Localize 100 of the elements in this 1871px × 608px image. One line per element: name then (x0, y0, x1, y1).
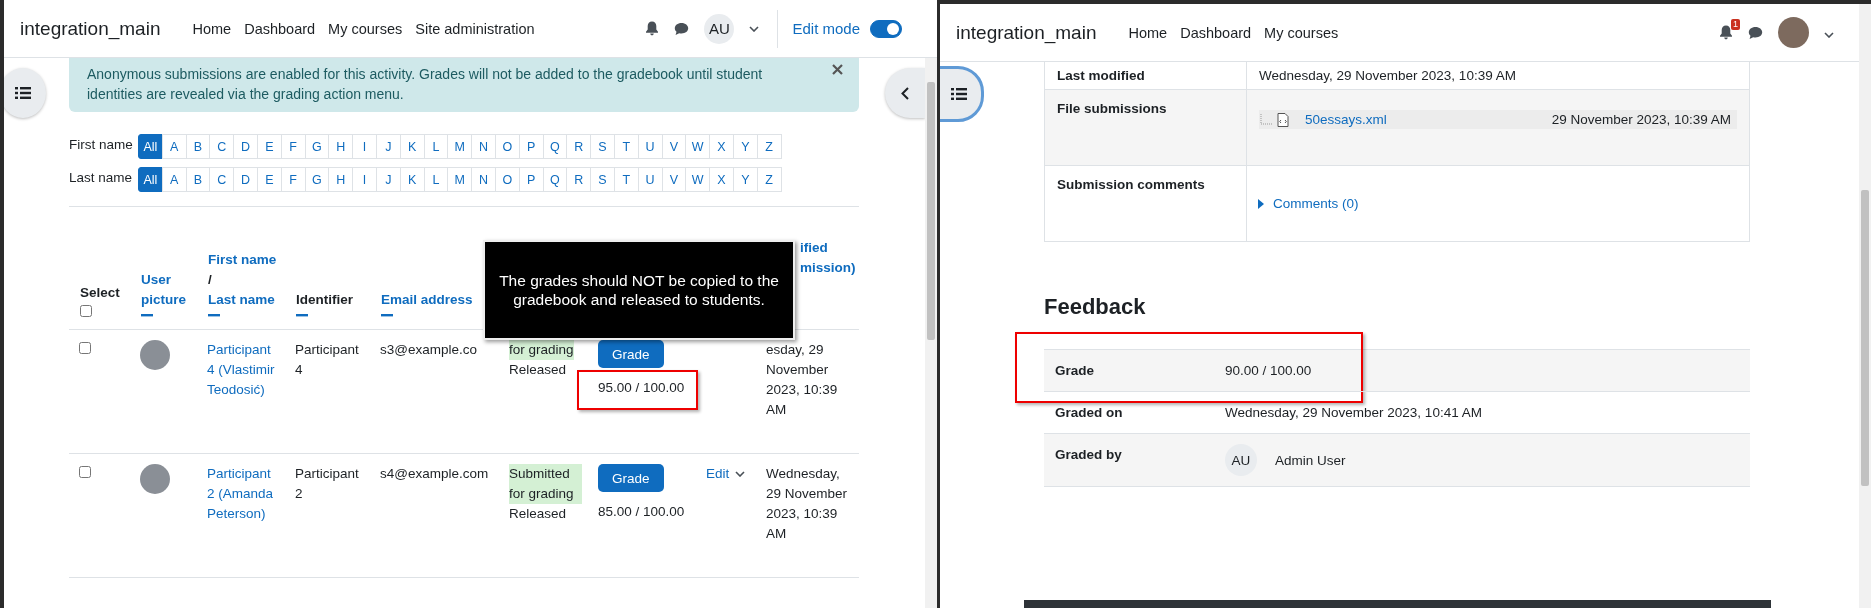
nav-link[interactable]: Home (192, 20, 232, 37)
nav-link[interactable]: Home (1128, 24, 1168, 41)
user-avatar[interactable]: AU (704, 13, 735, 44)
letter-filter[interactable]: D (233, 134, 258, 159)
letter-filter[interactable]: I (352, 167, 377, 192)
letter-filter[interactable]: T (613, 167, 639, 192)
letter-filter[interactable]: Z (756, 134, 782, 159)
letter-filter[interactable]: All (138, 167, 163, 192)
letter-filter[interactable]: O (494, 134, 520, 159)
letter-filter[interactable]: N (471, 167, 496, 192)
letter-filter[interactable]: T (613, 134, 639, 159)
letter-filter[interactable]: J (375, 134, 401, 159)
letter-filter[interactable]: Z (756, 167, 782, 192)
sort-link[interactable]: mission) (800, 258, 858, 278)
letter-filter[interactable]: F (280, 167, 306, 192)
edit-mode-toggle[interactable] (870, 19, 902, 38)
nav-link[interactable]: My courses (328, 20, 403, 37)
edit-menu[interactable]: Edit (706, 464, 746, 484)
minus-icon[interactable] (208, 314, 220, 317)
letter-filter[interactable]: E (257, 134, 282, 159)
letter-filter[interactable]: S (590, 134, 615, 159)
grade-button[interactable]: Grade (598, 340, 664, 368)
caret-icon[interactable] (749, 25, 760, 32)
grade-button[interactable]: Grade (598, 464, 664, 492)
close-icon[interactable] (832, 64, 843, 75)
row-checkbox[interactable] (79, 342, 91, 354)
row-checkbox[interactable] (79, 466, 91, 478)
letter-filter[interactable]: F (280, 134, 306, 159)
letter-filter[interactable]: C (209, 167, 235, 192)
letter-filter[interactable]: All (138, 134, 163, 159)
select-all-checkbox[interactable] (80, 305, 92, 317)
letter-filter[interactable]: U (637, 167, 663, 192)
nav-link[interactable]: Site administration (415, 20, 535, 37)
letter-filter[interactable]: K (399, 134, 425, 159)
letter-filter[interactable]: W (685, 167, 711, 192)
row-label: Grade (1055, 363, 1095, 378)
nav-link[interactable]: Dashboard (1180, 24, 1252, 41)
bell-icon[interactable] (645, 21, 660, 36)
letter-filter[interactable]: I (352, 134, 377, 159)
triangle-icon[interactable] (1257, 198, 1265, 209)
modified-date: Wednesday, 29 November 2023, 10:39 AM (766, 466, 848, 541)
minus-icon[interactable] (381, 314, 393, 317)
filter-label: First name (69, 136, 134, 152)
letter-filter[interactable]: X (709, 167, 734, 192)
sort-link[interactable]: ified (800, 238, 858, 258)
drawer-button[interactable] (940, 66, 984, 122)
scrollbar[interactable] (1859, 4, 1871, 608)
letter-filter[interactable]: E (257, 167, 282, 192)
participant-link[interactable]: Participant 2 (Amanda Peterson) (207, 464, 279, 524)
letter-filter[interactable]: R (566, 134, 592, 159)
sort-link[interactable]: User picture (141, 270, 189, 310)
letter-filter[interactable]: C (209, 134, 235, 159)
nav-link[interactable]: Dashboard (244, 20, 316, 37)
letter-filter[interactable]: D (233, 167, 258, 192)
scrollbar[interactable] (925, 58, 937, 608)
value-text: Wednesday, 29 November 2023, 10:41 AM (1225, 405, 1482, 420)
letter-filter[interactable]: S (590, 167, 615, 192)
letter-filter[interactable]: M (447, 134, 473, 159)
value-text: 90.00 / 100.00 (1225, 363, 1312, 378)
letter-filter[interactable]: N (471, 134, 496, 159)
site-name[interactable]: integration_main (20, 17, 161, 40)
letter-filter[interactable]: A (161, 134, 187, 159)
letter-filter[interactable]: A (161, 167, 187, 192)
site-name[interactable]: integration_main (956, 21, 1097, 44)
sort-link[interactable]: Last name (208, 290, 275, 310)
chat-icon[interactable] (1748, 25, 1763, 40)
letter-filter[interactable]: Y (732, 167, 758, 192)
chat-icon[interactable] (674, 21, 690, 36)
letter-filter[interactable]: H (328, 167, 354, 192)
row-label: Graded on (1055, 405, 1123, 420)
drawer-button[interactable] (4, 68, 46, 118)
status-label: Submitted for grading (509, 464, 582, 504)
bell-icon[interactable] (1719, 25, 1733, 40)
letter-filter[interactable]: P (518, 134, 544, 159)
nav-link[interactable]: My courses (1264, 24, 1339, 41)
file-link[interactable]: 50essays.xml (1305, 112, 1387, 127)
letter-filter[interactable]: J (375, 167, 401, 192)
user-name: Admin User (1275, 452, 1346, 468)
minus-icon[interactable] (141, 314, 153, 317)
letter-filter[interactable]: Y (732, 134, 758, 159)
sort-link[interactable]: First name (208, 250, 277, 270)
minus-icon[interactable] (296, 314, 308, 317)
letter-filter[interactable]: U (637, 134, 663, 159)
letter-filter[interactable]: X (709, 134, 734, 159)
letter-filter[interactable]: H (328, 134, 354, 159)
letter-filter[interactable]: R (566, 167, 592, 192)
letter-filter[interactable]: K (399, 167, 425, 192)
caret-icon[interactable] (1824, 31, 1834, 38)
section-heading: Feedback (1044, 294, 1147, 320)
caret-icon[interactable] (735, 471, 746, 477)
letter-filter[interactable]: M (447, 167, 473, 192)
letter-filter[interactable]: W (685, 134, 711, 159)
participant-link[interactable]: Participant 4 (Vlastimir Teodosić) (207, 340, 279, 400)
avatar-placeholder[interactable] (1778, 17, 1809, 48)
letter-filter[interactable]: O (494, 167, 520, 192)
edit-mode-label: Edit mode (792, 20, 860, 37)
comments-link[interactable]: Comments (0) (1273, 196, 1359, 211)
letter-filter[interactable]: P (518, 167, 544, 192)
email-text: s3@example.co (380, 342, 477, 357)
row-label: Last modified (1057, 68, 1145, 83)
